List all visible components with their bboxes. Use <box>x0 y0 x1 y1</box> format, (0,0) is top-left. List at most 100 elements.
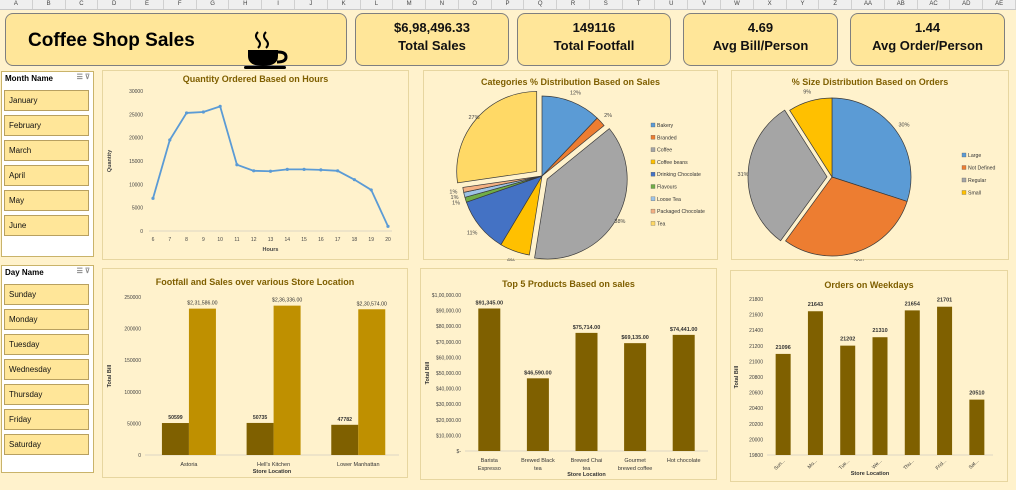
column-header[interactable]: V <box>688 0 722 9</box>
y-tick-label: $80,000.00 <box>436 324 461 330</box>
legend-label: Flavours <box>657 185 677 191</box>
filter-icons[interactable]: ☰ ⊽ <box>77 73 90 81</box>
column-header[interactable]: AA <box>852 0 885 9</box>
data-label: $74,441.00 <box>670 327 698 333</box>
data-label: 21202 <box>840 337 855 343</box>
slicer-item-june[interactable]: June <box>4 215 89 236</box>
y-tick-label: 5000 <box>132 206 143 212</box>
column-header[interactable]: F <box>164 0 197 9</box>
column-header[interactable]: Y <box>787 0 820 9</box>
legend-swatch <box>650 172 656 177</box>
slicer-item-wednesday[interactable]: Wednesday <box>4 359 89 380</box>
legend-swatch <box>650 122 656 128</box>
column-header[interactable]: A <box>0 0 33 9</box>
data-label: 21643 <box>808 302 823 308</box>
kpi-value: $6,98,496.33 <box>394 20 470 35</box>
filter-icons[interactable]: ☰ ⊽ <box>77 267 90 275</box>
y-tick-label: $50,000.00 <box>436 371 461 377</box>
data-label: $69,135.00 <box>621 335 649 341</box>
column-header[interactable]: G <box>197 0 230 9</box>
column-header[interactable]: T <box>623 0 656 9</box>
kpi-label: Avg Bill/Person <box>712 38 809 53</box>
column-header[interactable]: E <box>131 0 164 9</box>
size-pie-chart-panel: % Size Distribution Based on Orders 30% 3… <box>731 70 1009 261</box>
column-header[interactable]: J <box>295 0 328 9</box>
slicer-item-sunday[interactable]: Sunday <box>4 284 89 305</box>
month-slicer[interactable]: Month Name ☰ ⊽ January February March Ap… <box>1 71 94 257</box>
y-tick-label: $30,000.00 <box>436 402 461 408</box>
x-tick-label: Brewed Black <box>521 458 555 464</box>
y-tick-label: $10,000.00 <box>436 433 461 439</box>
x-tick-label: Espresso <box>478 466 501 472</box>
slicer-item-march[interactable]: March <box>4 140 89 161</box>
slicer-item-thursday[interactable]: Thursday <box>4 384 89 405</box>
data-point <box>336 169 340 173</box>
column-header[interactable]: Q <box>524 0 558 9</box>
legend-label: Drinking Chocolate <box>657 172 701 178</box>
slicer-item-april[interactable]: April <box>4 165 89 186</box>
y-tick-label: 20400 <box>749 406 763 412</box>
column-header[interactable]: O <box>459 0 492 9</box>
data-label: 50735 <box>253 415 268 421</box>
column-header[interactable]: B <box>33 0 66 9</box>
column-header[interactable]: M <box>393 0 427 9</box>
x-tick-label: 17 <box>335 237 341 243</box>
x-tick-label: 6 <box>152 237 155 243</box>
bar <box>246 422 274 455</box>
y-tick-label: $90,000.00 <box>436 309 461 315</box>
x-axis-label: Store Location <box>851 471 890 477</box>
y-tick-label: $70,000.00 <box>436 340 461 346</box>
products-bar-chart-panel: Top 5 Products Based on sales $- $10,000.… <box>420 268 717 480</box>
slice-label: 30% <box>854 260 865 261</box>
bar <box>807 311 823 455</box>
column-header[interactable]: C <box>66 0 99 9</box>
y-tick-label: $- <box>457 449 462 455</box>
slicer-item-january[interactable]: January <box>4 90 89 111</box>
y-tick-label: 20600 <box>749 391 763 397</box>
day-slicer[interactable]: Day Name ☰ ⊽ Sunday Monday Tuesday Wedne… <box>1 265 94 473</box>
categories-pie-chart-panel: Categories % Distribution Based on Sales… <box>423 70 718 261</box>
x-axis-label: Hours <box>263 247 279 253</box>
column-header[interactable]: AC <box>918 0 951 9</box>
slicer-item-february[interactable]: February <box>4 115 89 136</box>
column-header[interactable]: H <box>229 0 263 9</box>
column-header[interactable]: U <box>655 0 689 9</box>
data-point <box>352 178 357 182</box>
slice-label: 6% <box>507 259 515 261</box>
column-header[interactable]: L <box>361 0 394 9</box>
column-header[interactable]: Z <box>819 0 853 9</box>
slicer-item-may[interactable]: May <box>4 190 89 211</box>
legend-swatch <box>650 135 656 140</box>
column-header[interactable]: N <box>426 0 459 9</box>
y-tick-label: 20800 <box>749 375 763 381</box>
slicer-item-friday[interactable]: Friday <box>4 409 89 430</box>
column-header[interactable]: AB <box>885 0 918 9</box>
y-tick-label: $1,00,000.00 <box>432 293 461 299</box>
column-header[interactable]: X <box>754 0 787 9</box>
column-header[interactable]: K <box>328 0 361 9</box>
column-header[interactable]: W <box>721 0 754 9</box>
slicer-item-tuesday[interactable]: Tuesday <box>4 334 89 355</box>
data-label: 47782 <box>338 417 353 423</box>
column-header[interactable]: R <box>557 0 590 9</box>
x-tick-label: We... <box>871 458 883 470</box>
bar <box>575 332 598 451</box>
legend-swatch <box>650 147 656 152</box>
slicer-item-saturday[interactable]: Saturday <box>4 434 89 455</box>
column-header[interactable]: S <box>590 0 623 9</box>
x-tick-label: Sun... <box>773 458 786 471</box>
bar <box>188 308 216 455</box>
column-header[interactable]: AE <box>983 0 1016 9</box>
x-tick-label: 13 <box>268 237 274 243</box>
column-header[interactable]: P <box>492 0 525 9</box>
slice-label: 2% <box>604 113 612 119</box>
column-header[interactable]: D <box>98 0 132 9</box>
slicer-item-monday[interactable]: Monday <box>4 309 89 330</box>
x-tick-label: Hot chocolate <box>667 458 701 464</box>
pie-slice <box>456 91 538 184</box>
x-tick-label: Barista <box>481 458 499 464</box>
legend-label: Tea <box>657 221 665 227</box>
data-label: $2,31,586.00 <box>187 301 217 307</box>
column-header[interactable]: AD <box>950 0 984 9</box>
column-header[interactable]: I <box>262 0 295 9</box>
